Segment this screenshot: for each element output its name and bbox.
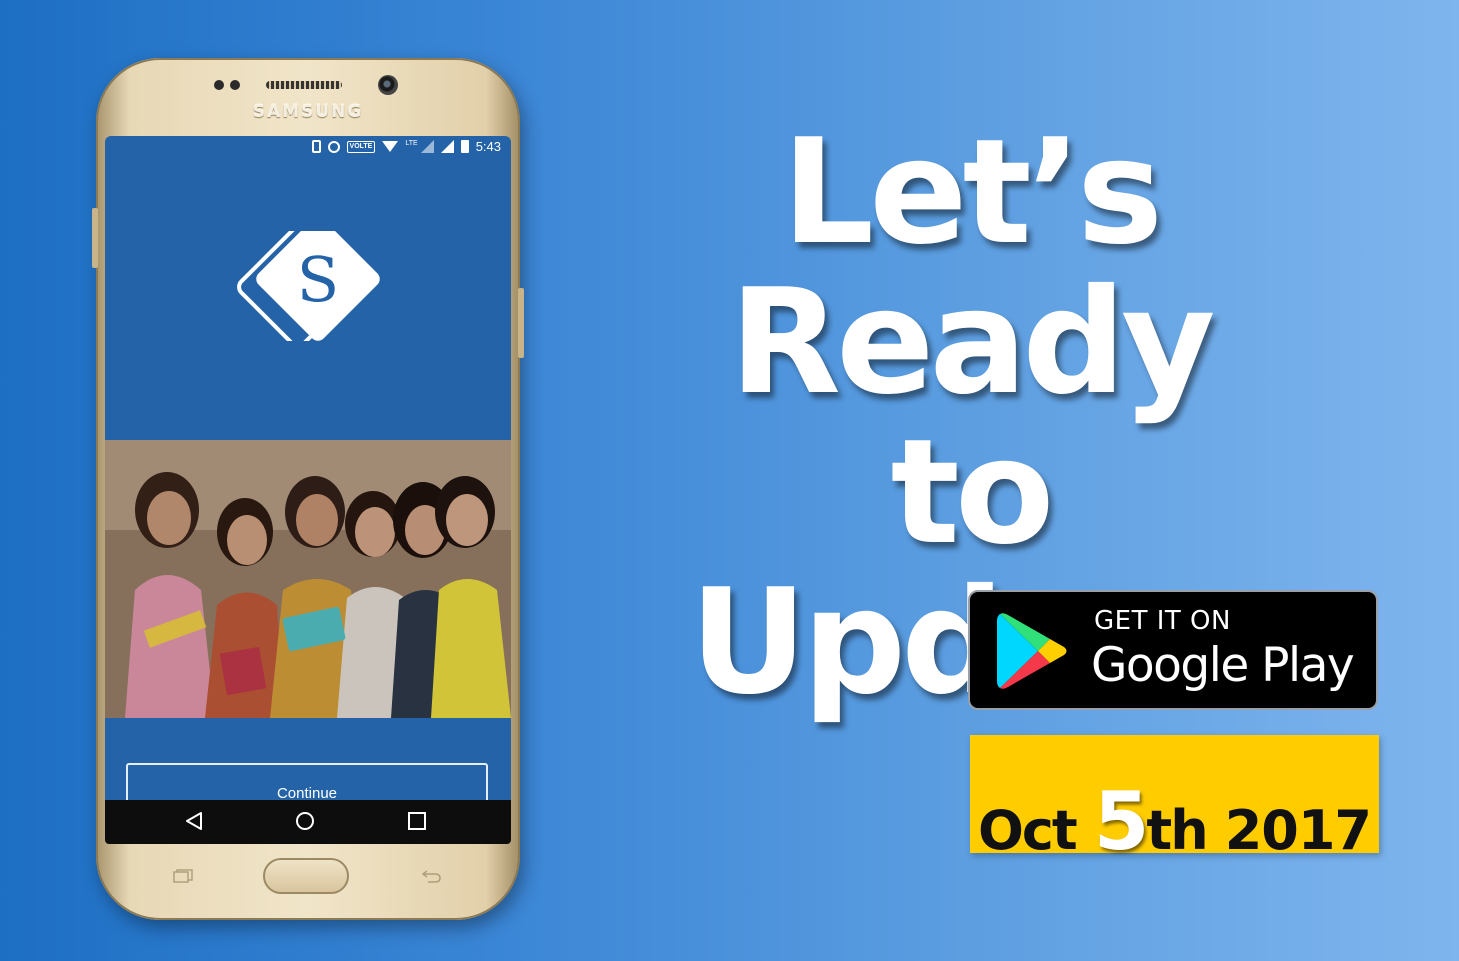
power-button [518, 288, 524, 358]
signal-icon [420, 140, 434, 153]
date-day: 5 [1093, 775, 1150, 868]
phone-brand: SAMSUNG [252, 102, 364, 122]
back-icon[interactable] [183, 810, 205, 832]
google-play-badge[interactable]: GET IT ON Google Play [968, 590, 1378, 710]
recent-apps-key-icon [173, 869, 193, 883]
android-nav-bar [105, 800, 511, 844]
phone-screen: VOLTE LTE 5:43 S Continue [105, 136, 511, 841]
headline-line-2: to [890, 408, 1055, 577]
date-month: Oct [978, 799, 1078, 862]
earpiece-speaker [266, 81, 342, 89]
lte-label: LTE [405, 140, 418, 147]
alarm-icon [327, 140, 340, 153]
wifi-icon [382, 141, 399, 152]
back-key-icon [421, 870, 441, 883]
status-bar: VOLTE LTE 5:43 [105, 136, 511, 158]
headline-line-1: Let’s Ready [729, 108, 1215, 427]
google-play-small-text: GET IT ON [1094, 606, 1231, 636]
home-icon[interactable] [294, 810, 316, 832]
front-camera [378, 75, 398, 95]
date-year: 2017 [1224, 799, 1372, 862]
physical-home-button[interactable] [263, 858, 349, 894]
release-date-box: Oct 5 th 2017 [970, 735, 1379, 868]
google-play-icon [997, 613, 1067, 689]
vibrate-icon [311, 140, 321, 153]
signal-icon [440, 140, 454, 153]
status-time: 5:43 [475, 139, 501, 154]
proximity-sensor [214, 80, 224, 90]
volte-badge: VOLTE [346, 140, 376, 153]
app-logo-letter: S [297, 243, 339, 316]
google-play-big-text: Google Play [1091, 638, 1355, 693]
date-suffix: th [1146, 799, 1208, 862]
recents-icon[interactable] [406, 810, 428, 832]
battery-icon [460, 140, 469, 153]
app-logo: S [237, 231, 380, 341]
phone-mockup: SAMSUNG VOLTE LTE 5:43 S Continue [92, 58, 524, 920]
volume-button [92, 208, 98, 268]
light-sensor [230, 80, 240, 90]
students-photo [105, 440, 511, 718]
